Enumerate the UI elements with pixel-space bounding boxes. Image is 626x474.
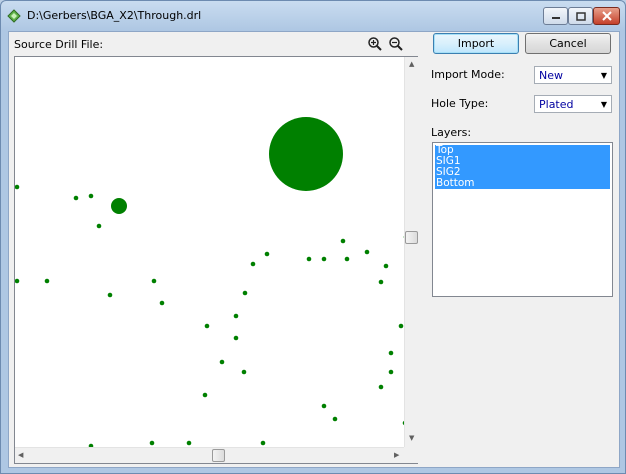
gerber-diamond-icon bbox=[7, 9, 21, 23]
drill-hole bbox=[269, 117, 343, 191]
drill-hole bbox=[111, 198, 127, 214]
scroll-right-icon[interactable]: ▶ bbox=[394, 451, 399, 459]
minimize-button[interactable] bbox=[543, 7, 568, 25]
import-drill-window: D:\Gerbers\BGA_X2\Through.drl Source Dri… bbox=[0, 0, 626, 474]
layer-item-bottom[interactable]: Bottom bbox=[435, 178, 610, 189]
drill-hole bbox=[96, 223, 102, 229]
drill-hole bbox=[388, 369, 394, 375]
layer-item-top[interactable]: Top bbox=[435, 145, 610, 156]
vertical-scroll-thumb[interactable] bbox=[405, 231, 418, 244]
title-bar[interactable]: D:\Gerbers\BGA_X2\Through.drl bbox=[1, 1, 625, 31]
drill-hole bbox=[15, 184, 20, 190]
drill-hole bbox=[186, 440, 192, 446]
chevron-down-icon: ▼ bbox=[600, 99, 608, 109]
window-title: D:\Gerbers\BGA_X2\Through.drl bbox=[27, 9, 202, 22]
scroll-down-icon[interactable]: ▼ bbox=[409, 434, 414, 442]
drill-hole bbox=[151, 278, 157, 284]
drill-hole bbox=[73, 195, 79, 201]
drill-hole bbox=[383, 263, 389, 269]
maximize-icon bbox=[575, 11, 586, 21]
hole-type-label: Hole Type: bbox=[431, 97, 489, 110]
source-drill-label: Source Drill File: bbox=[14, 38, 104, 51]
drill-hole bbox=[202, 392, 208, 398]
drill-hole bbox=[340, 238, 346, 244]
drill-hole bbox=[398, 323, 404, 329]
drill-hole bbox=[378, 384, 384, 390]
drill-hole bbox=[306, 256, 312, 262]
minimize-icon bbox=[551, 17, 560, 19]
horizontal-scrollbar[interactable]: ◀ ▶ bbox=[15, 447, 404, 463]
layers-label: Layers: bbox=[431, 126, 472, 139]
dialog-client: Source Drill File: ▲ ▼ ◀ ▶ Import Cancel… bbox=[8, 31, 620, 468]
drill-hole bbox=[233, 335, 239, 341]
scroll-left-icon[interactable]: ◀ bbox=[18, 451, 23, 459]
zoom-in-icon[interactable] bbox=[367, 36, 383, 52]
vertical-scrollbar[interactable]: ▲ ▼ bbox=[404, 57, 418, 447]
layers-listbox[interactable]: Top SIG1 SIG2 Bottom bbox=[432, 142, 613, 297]
drill-hole bbox=[88, 193, 94, 199]
drill-hole bbox=[233, 313, 239, 319]
drill-hole bbox=[241, 369, 247, 375]
drill-hole bbox=[15, 278, 20, 284]
drill-hole bbox=[107, 292, 113, 298]
close-button[interactable] bbox=[593, 7, 620, 25]
drill-hole bbox=[149, 440, 155, 446]
drill-hole bbox=[250, 261, 256, 267]
scroll-up-icon[interactable]: ▲ bbox=[409, 60, 414, 68]
maximize-button[interactable] bbox=[568, 7, 593, 25]
drill-hole bbox=[264, 251, 270, 257]
import-mode-label: Import Mode: bbox=[431, 68, 505, 81]
import-button[interactable]: Import bbox=[433, 33, 519, 54]
import-mode-value: New bbox=[539, 68, 563, 82]
cancel-button[interactable]: Cancel bbox=[525, 33, 611, 54]
drill-preview-canvas[interactable]: ▲ ▼ ◀ ▶ bbox=[14, 56, 418, 464]
drill-hole bbox=[378, 279, 384, 285]
drill-hole bbox=[219, 359, 225, 365]
zoom-out-icon[interactable] bbox=[388, 36, 404, 52]
drill-hole bbox=[332, 416, 338, 422]
drill-hole bbox=[242, 290, 248, 296]
horizontal-scroll-thumb[interactable] bbox=[212, 449, 225, 462]
drill-hole bbox=[364, 249, 370, 255]
drill-preview-svg[interactable] bbox=[15, 57, 404, 447]
drill-hole bbox=[388, 350, 394, 356]
import-mode-select[interactable]: New ▼ bbox=[534, 66, 612, 84]
chevron-down-icon: ▼ bbox=[600, 70, 608, 80]
drill-hole bbox=[159, 300, 165, 306]
drill-hole bbox=[44, 278, 50, 284]
drill-hole bbox=[204, 323, 210, 329]
scroll-corner bbox=[404, 447, 418, 463]
drill-hole bbox=[321, 403, 327, 409]
close-icon bbox=[601, 11, 612, 21]
layer-item-sig1[interactable]: SIG1 bbox=[435, 156, 610, 167]
drill-hole bbox=[321, 256, 327, 262]
hole-type-select[interactable]: Plated ▼ bbox=[534, 95, 612, 113]
drill-hole bbox=[344, 256, 350, 262]
hole-type-value: Plated bbox=[539, 97, 574, 111]
drill-hole bbox=[260, 440, 266, 446]
